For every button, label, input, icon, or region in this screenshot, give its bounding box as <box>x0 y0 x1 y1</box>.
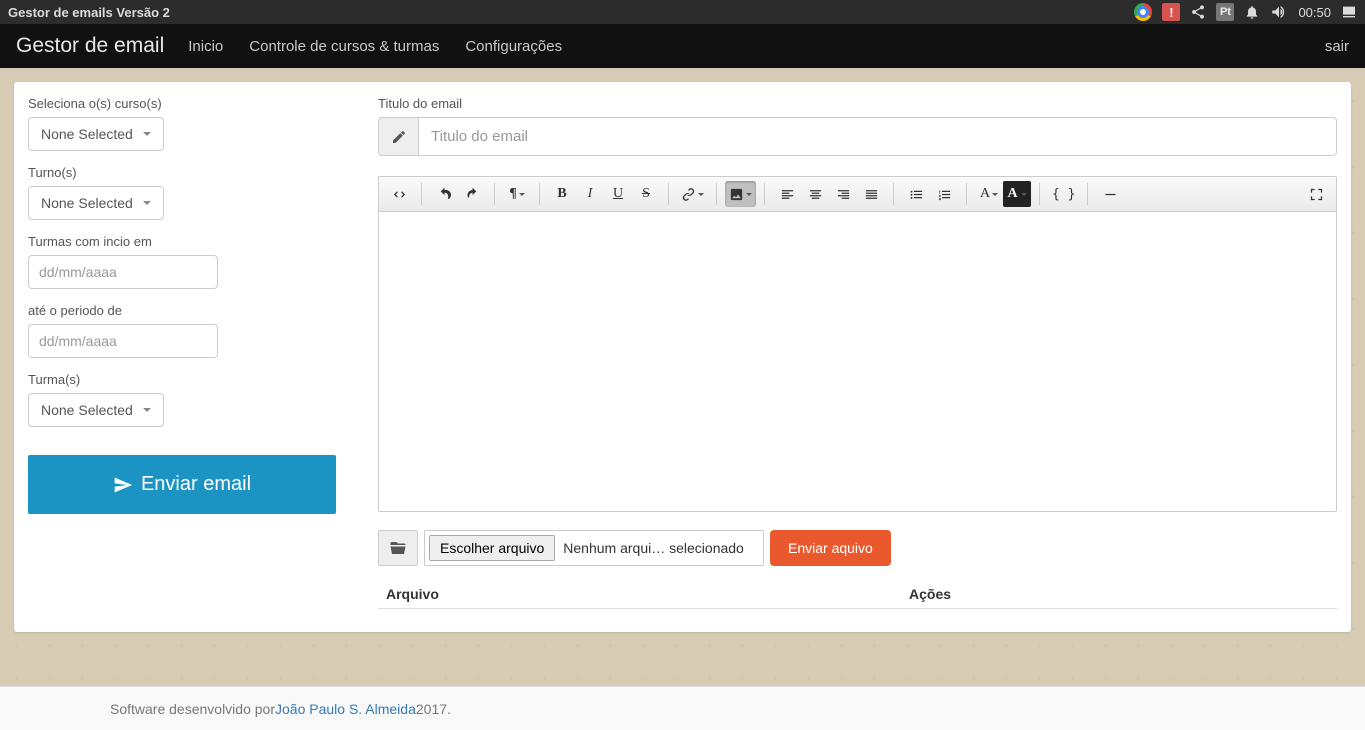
th-arquivo: Arquivo <box>386 586 909 602</box>
tb-align-justify-icon[interactable] <box>857 181 885 207</box>
tb-hr-icon[interactable] <box>1096 181 1124 207</box>
footer: Software desenvolvido por João Paulo S. … <box>0 686 1365 730</box>
nav-cursos[interactable]: Controle de cursos & turmas <box>249 38 439 55</box>
tb-underline-icon[interactable]: U <box>604 181 632 207</box>
label-email-title: Titulo do email <box>378 96 1337 111</box>
tb-paragraph-icon[interactable]: ¶ <box>503 181 531 207</box>
rich-editor: ¶ B I U S <box>378 176 1337 512</box>
chevron-down-icon <box>143 408 151 412</box>
system-tray: ! Pt 00:50 <box>1134 2 1357 22</box>
attachments-table-header: Arquivo Ações <box>378 580 1337 609</box>
sidebar-form: Seleciona o(s) curso(s) None Selected Tu… <box>28 96 348 618</box>
window-title: Gestor de emails Versão 2 <box>8 5 170 20</box>
file-picker: Escolher arquivo Nenhum arqui… seleciona… <box>424 530 764 566</box>
tb-font-color-icon[interactable]: A <box>975 181 1003 207</box>
folder-icon <box>378 530 418 566</box>
page-body: Seleciona o(s) curso(s) None Selected Tu… <box>0 68 1365 686</box>
input-start-date[interactable] <box>28 255 218 289</box>
dropdown-shifts[interactable]: None Selected <box>28 186 164 220</box>
editor-body[interactable] <box>379 212 1336 511</box>
language-indicator[interactable]: Pt <box>1216 3 1234 21</box>
monitor-icon[interactable] <box>1341 2 1357 22</box>
tb-fullscreen-icon[interactable] <box>1302 181 1330 207</box>
dropdown-shifts-value: None Selected <box>41 195 133 211</box>
send-email-button[interactable]: Enviar email <box>28 455 336 514</box>
choose-file-button[interactable]: Escolher arquivo <box>429 535 555 561</box>
tb-strike-icon[interactable]: S <box>632 181 660 207</box>
dropdown-classes[interactable]: None Selected <box>28 393 164 427</box>
footer-prefix: Software desenvolvido por <box>110 701 275 717</box>
dropdown-classes-value: None Selected <box>41 402 133 418</box>
tb-image-icon[interactable] <box>725 181 756 207</box>
label-shifts: Turno(s) <box>28 165 348 180</box>
tb-bg-color-icon[interactable]: A <box>1003 181 1031 207</box>
label-end-date: até o periodo de <box>28 303 348 318</box>
app-nav: Gestor de email Inicio Controle de curso… <box>0 24 1365 68</box>
file-status-text: Nenhum arqui… selecionado <box>563 540 744 556</box>
tb-align-center-icon[interactable] <box>801 181 829 207</box>
send-file-button[interactable]: Enviar aquivo <box>770 530 891 566</box>
nav-inicio[interactable]: Inicio <box>188 38 223 55</box>
main-column: Titulo do email <box>378 96 1337 618</box>
main-panel: Seleciona o(s) curso(s) None Selected Tu… <box>14 82 1351 632</box>
tb-list-ol-icon[interactable] <box>930 181 958 207</box>
paper-plane-icon <box>113 475 133 495</box>
nav-config[interactable]: Configurações <box>465 38 562 55</box>
clock[interactable]: 00:50 <box>1298 2 1331 22</box>
dropdown-courses[interactable]: None Selected <box>28 117 164 151</box>
brand[interactable]: Gestor de email <box>16 34 164 58</box>
chevron-down-icon <box>143 132 151 136</box>
label-start-date: Turmas com incio em <box>28 234 348 249</box>
pencil-icon <box>378 117 418 156</box>
chevron-down-icon <box>143 201 151 205</box>
volume-icon[interactable] <box>1270 2 1288 22</box>
footer-suffix: 2017. <box>416 701 451 717</box>
nav-logout[interactable]: sair <box>1325 38 1349 55</box>
share-icon[interactable] <box>1190 2 1206 22</box>
tb-bold-icon[interactable]: B <box>548 181 576 207</box>
tb-redo-icon[interactable] <box>458 181 486 207</box>
dropdown-courses-value: None Selected <box>41 126 133 142</box>
tb-braces-icon[interactable]: { } <box>1048 181 1079 207</box>
editor-toolbar: ¶ B I U S <box>379 177 1336 212</box>
input-email-title[interactable] <box>418 117 1337 156</box>
send-email-label: Enviar email <box>141 473 251 496</box>
os-top-bar: Gestor de emails Versão 2 ! Pt 00:50 <box>0 0 1365 24</box>
tb-italic-icon[interactable]: I <box>576 181 604 207</box>
tb-align-right-icon[interactable] <box>829 181 857 207</box>
chrome-icon[interactable] <box>1134 2 1152 22</box>
label-classes: Turma(s) <box>28 372 348 387</box>
bell-icon[interactable] <box>1244 2 1260 22</box>
tb-code-icon[interactable] <box>385 181 413 207</box>
tb-link-icon[interactable] <box>677 181 708 207</box>
th-acoes: Ações <box>909 586 1329 602</box>
tb-align-left-icon[interactable] <box>773 181 801 207</box>
label-select-courses: Seleciona o(s) curso(s) <box>28 96 348 111</box>
input-end-date[interactable] <box>28 324 218 358</box>
tb-list-ul-icon[interactable] <box>902 181 930 207</box>
tb-undo-icon[interactable] <box>430 181 458 207</box>
footer-author-link[interactable]: João Paulo S. Almeida <box>275 701 416 717</box>
alert-icon[interactable]: ! <box>1162 3 1180 21</box>
